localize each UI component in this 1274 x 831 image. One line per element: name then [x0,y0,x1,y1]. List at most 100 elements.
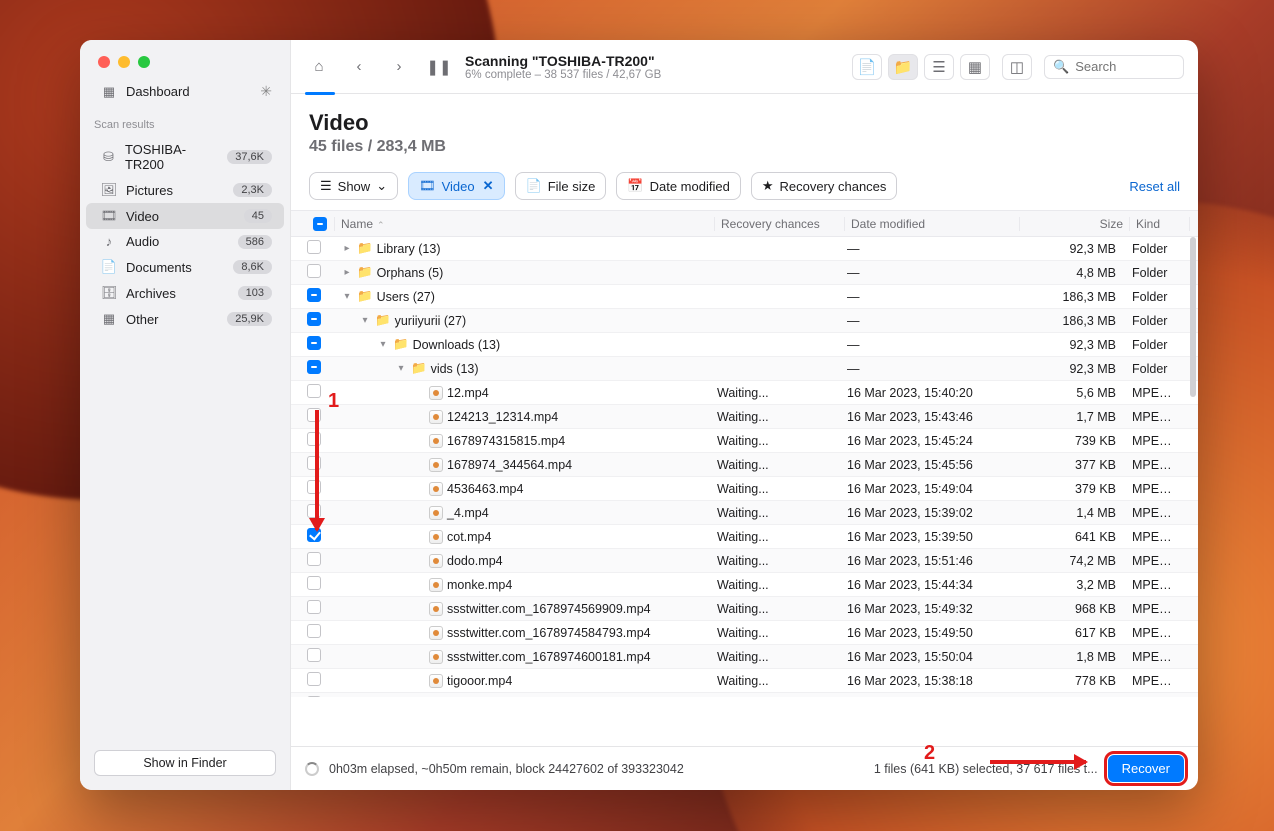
disclosure-icon[interactable]: ▸ [341,267,353,278]
table-row[interactable]: 124213_12314.mp4Waiting...16 Mar 2023, 1… [291,405,1198,429]
count-badge: 2,3K [233,183,272,197]
table-row[interactable]: cot.mp4Waiting...16 Mar 2023, 15:39:5064… [291,525,1198,549]
table-row[interactable]: ▾📁yuriiyurii (27)—186,3 MBFolder [291,309,1198,333]
minimize-icon[interactable] [118,56,130,68]
sidebar-item-documents[interactable]: 📄Documents8,6K [86,254,284,280]
table-row[interactable]: ▾📁Users (27)—186,3 MBFolder [291,285,1198,309]
col-recovery[interactable]: Recovery chances [715,217,845,231]
table-row[interactable]: ssstwitter.com_1678974600181.mp4Waiting.… [291,645,1198,669]
sidebar-item-toshiba-tr200[interactable]: ⛁TOSHIBA-TR20037,6K [86,137,284,177]
disclosure-icon[interactable]: ▸ [341,243,353,254]
doc-view-icon[interactable]: 📄 [852,54,882,80]
header-checkbox[interactable] [313,217,327,231]
file-icon [429,434,443,448]
disclosure-icon[interactable]: ▾ [377,339,389,350]
row-checkbox[interactable] [307,624,321,638]
sidebar-item-dashboard[interactable]: ▦ Dashboard ✳︎ [86,78,284,105]
table-row[interactable]: 1678974_344564.mp4Waiting...16 Mar 2023,… [291,453,1198,477]
disclosure-icon[interactable]: ▾ [341,291,353,302]
col-kind[interactable]: Kind [1130,217,1190,231]
back-button[interactable]: ‹ [345,53,373,81]
list-view-icon[interactable]: ☰ [924,54,954,80]
close-icon[interactable]: ✕ [483,178,494,194]
row-checkbox[interactable] [307,600,321,614]
table-row[interactable]: ▾📁Downloads (13)—92,3 MBFolder [291,333,1198,357]
home-button[interactable]: ⌂ [305,53,333,81]
file-kind: Folder [1126,362,1186,376]
table-row[interactable]: _4.mp4Waiting...16 Mar 2023, 15:39:021,4… [291,501,1198,525]
col-size[interactable]: Size [1020,217,1130,231]
col-date[interactable]: Date modified [845,217,1020,231]
sidebar-item-other[interactable]: ▦Other25,9K [86,306,284,332]
search-input[interactable] [1075,59,1165,74]
table-body[interactable]: ▸📁Library (13)—92,3 MBFolder▸📁Orphans (5… [291,237,1198,697]
sidebar-toggle-icon[interactable]: ◫ [1002,54,1032,80]
file-size: 5,6 MB [1016,386,1126,400]
row-checkbox[interactable] [307,312,321,326]
file-kind: MPEG-4... [1126,458,1186,472]
scrollbar-thumb[interactable] [1190,237,1196,397]
table-row[interactable]: ssstwitter.com_1678974584793.mp4Waiting.… [291,621,1198,645]
file-size: 4,8 MB [1016,266,1126,280]
row-checkbox[interactable] [307,576,321,590]
scan-status: Scanning "TOSHIBA-TR200" 6% complete – 3… [465,53,661,81]
file-date: — [841,314,1016,328]
folder-view-icon[interactable]: 📁 [888,54,918,80]
file-date: 16 Mar 2023, 15:49:50 [841,626,1016,640]
sidebar-item-audio[interactable]: ♪Audio586 [86,229,284,254]
row-checkbox[interactable] [307,552,321,566]
row-checkbox[interactable] [307,240,321,254]
table-row[interactable]: dodo.mp4Waiting...16 Mar 2023, 15:51:467… [291,549,1198,573]
table-row[interactable]: ▸📁Library (1)1,8 MBFolder [291,693,1198,697]
table-row[interactable]: monke.mp4Waiting...16 Mar 2023, 15:44:34… [291,573,1198,597]
table-row[interactable]: ▸📁Library (13)—92,3 MBFolder [291,237,1198,261]
table-row[interactable]: ssstwitter.com_1678974569909.mp4Waiting.… [291,597,1198,621]
search-field-wrap[interactable]: 🔍 [1044,55,1184,79]
file-size-filter[interactable]: 📄 File size [515,172,607,200]
sidebar-item-archives[interactable]: 🗄Archives103 [86,280,284,306]
recovery-chances-filter[interactable]: ★ Recovery chances [751,172,898,200]
date-modified-filter[interactable]: 📅 Date modified [616,172,740,200]
table-row[interactable]: ▾📁vids (13)—92,3 MBFolder [291,357,1198,381]
sidebar-item-pictures[interactable]: 🖼Pictures2,3K [86,177,284,203]
table-row[interactable]: tigooor.mp4Waiting...16 Mar 2023, 15:38:… [291,669,1198,693]
row-checkbox[interactable] [307,264,321,278]
item-icon: 🗄 [100,285,118,301]
reset-all-link[interactable]: Reset all [1129,179,1180,194]
col-name[interactable]: Name⌃ [335,217,715,231]
file-name: Downloads (13) [413,338,501,352]
table-row[interactable]: 4536463.mp4Waiting...16 Mar 2023, 15:49:… [291,477,1198,501]
file-size: 778 KB [1016,674,1126,688]
file-name: tigooor.mp4 [447,674,512,688]
row-checkbox[interactable] [307,360,321,374]
file-name: monke.mp4 [447,578,512,592]
file-icon [429,578,443,592]
row-checkbox[interactable] [307,336,321,350]
row-checkbox[interactable] [307,384,321,398]
show-in-finder-button[interactable]: Show in Finder [94,750,276,776]
recover-button[interactable]: Recover [1108,755,1184,782]
toolbar: ⌂ ‹ › ❚❚ Scanning "TOSHIBA-TR200" 6% com… [291,40,1198,94]
pause-button[interactable]: ❚❚ [425,53,453,81]
disclosure-icon[interactable]: ▾ [395,363,407,374]
file-recovery: Waiting... [711,578,841,592]
active-filter-chip[interactable]: 🎞 Video ✕ [408,172,504,200]
grid-view-icon[interactable]: ▦ [960,54,990,80]
table-row[interactable]: 12.mp4Waiting...16 Mar 2023, 15:40:205,6… [291,381,1198,405]
table-row[interactable]: 1678974315815.mp4Waiting...16 Mar 2023, … [291,429,1198,453]
zoom-icon[interactable] [138,56,150,68]
file-size: 377 KB [1016,458,1126,472]
row-checkbox[interactable] [307,672,321,686]
row-checkbox[interactable] [307,696,321,697]
sidebar-item-video[interactable]: 🎞Video45 [86,203,284,229]
disclosure-icon[interactable]: ▾ [359,315,371,326]
table-row[interactable]: ▸📁Orphans (5)—4,8 MBFolder [291,261,1198,285]
video-icon: 🎞 [419,178,436,194]
row-checkbox[interactable] [307,648,321,662]
show-filter-button[interactable]: ☰ Show ⌄ [309,172,398,200]
close-icon[interactable] [98,56,110,68]
file-icon [429,554,443,568]
count-badge: 45 [244,209,272,223]
forward-button[interactable]: › [385,53,413,81]
row-checkbox[interactable] [307,288,321,302]
